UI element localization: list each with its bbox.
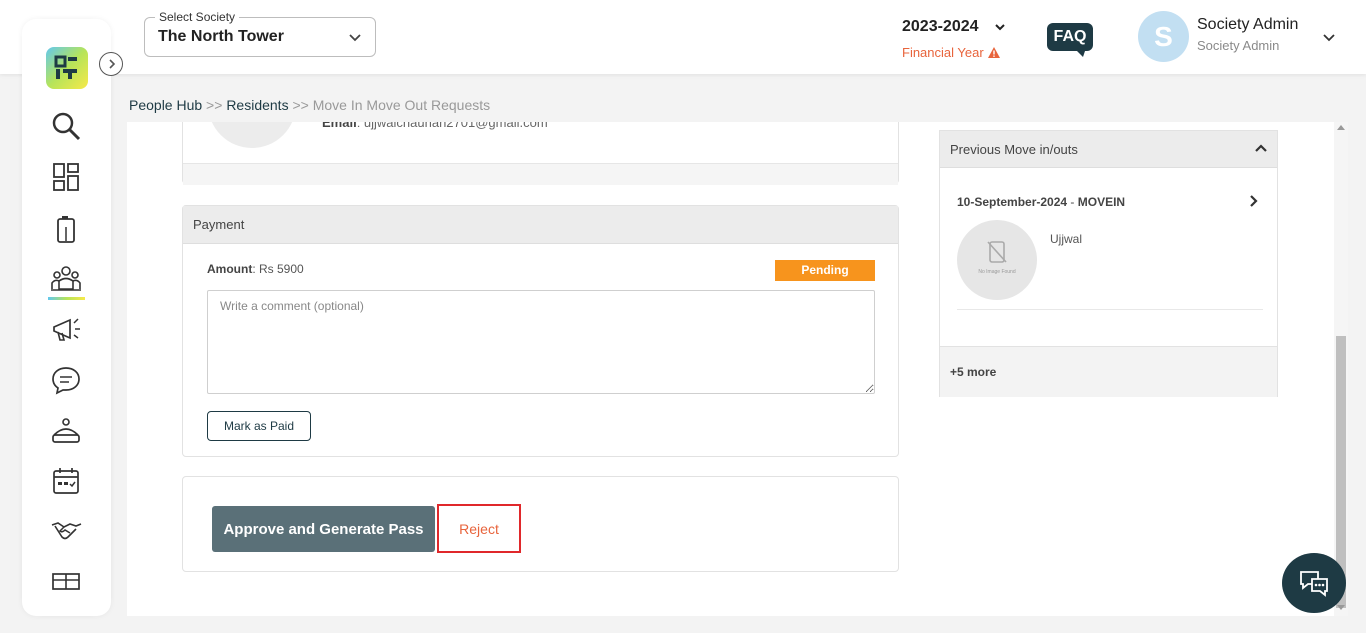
- sidebar-item-dashboard[interactable]: [50, 161, 82, 193]
- avatar[interactable]: S: [1138, 11, 1189, 62]
- payment-amount: Amount: Rs 5900: [207, 262, 304, 276]
- no-image-icon: [987, 241, 1007, 263]
- handshake-icon: [51, 522, 82, 540]
- sidebar-item-helpdesk[interactable]: [50, 415, 82, 447]
- reject-button[interactable]: Reject: [437, 504, 521, 553]
- package-icon: [52, 573, 80, 590]
- move-entry-name: Ujjwal: [1050, 232, 1083, 246]
- sidebar-item-building[interactable]: [50, 213, 82, 245]
- move-entry-title: 10-September-2024 - MOVEIN: [957, 195, 1126, 209]
- card-footer: [183, 164, 898, 185]
- financial-year-label: Financial Year: [902, 45, 1012, 60]
- society-select[interactable]: Select Society The North Tower: [144, 10, 376, 57]
- sidebar: [22, 19, 123, 616]
- chevron-down-icon: [995, 24, 1005, 31]
- calendar-icon: [53, 468, 79, 494]
- scroll-up-icon[interactable]: [1337, 124, 1345, 130]
- building-icon: [57, 216, 75, 243]
- sidebar-item-partners[interactable]: [50, 515, 82, 547]
- chevron-right-icon: [109, 59, 116, 69]
- more-entries-link[interactable]: +5 more: [940, 346, 1277, 397]
- breadcrumb-people-hub[interactable]: People Hub: [129, 97, 202, 113]
- resident-photo: [208, 122, 296, 148]
- warning-icon: [987, 47, 1000, 58]
- previous-move-header[interactable]: Previous Move in/outs: [940, 131, 1277, 168]
- user-role: Society Admin: [1197, 38, 1280, 53]
- faq-button[interactable]: FAQ: [1047, 23, 1093, 57]
- sidebar-expand-button[interactable]: [99, 52, 123, 76]
- status-badge: Pending: [775, 260, 875, 281]
- sidebar-item-residents[interactable]: [50, 263, 82, 295]
- announcement-icon: [53, 318, 80, 341]
- no-image-caption: No Image Found: [978, 269, 1016, 275]
- helpdesk-icon: [52, 418, 80, 443]
- chat-icon: [52, 367, 80, 395]
- scrollbar[interactable]: [1334, 122, 1348, 616]
- mark-as-paid-button[interactable]: Mark as Paid: [207, 411, 311, 441]
- user-name: Society Admin: [1197, 16, 1299, 33]
- payment-card: Payment Amount: Rs 5900 Pending Mark as …: [182, 205, 899, 457]
- breadcrumb: People Hub >> Residents >> Move In Move …: [129, 97, 491, 113]
- divider: [957, 309, 1263, 310]
- breadcrumb-current: Move In Move Out Requests: [312, 97, 491, 113]
- scroll-down-icon[interactable]: [1337, 605, 1345, 611]
- top-bar: Select Society The North Tower 2023-2024…: [0, 0, 1366, 74]
- residents-icon: [51, 266, 81, 291]
- chat-bubbles-icon: [1300, 571, 1328, 597]
- previous-move-title: Previous Move in/outs: [950, 142, 1078, 157]
- financial-year-selector[interactable]: 2023-2024 Financial Year: [902, 18, 1012, 60]
- breadcrumb-residents[interactable]: Residents: [226, 97, 288, 113]
- resident-email: Email: ujjwalchauhan2701@gmail.com: [322, 122, 548, 130]
- actions-card: Approve and Generate Pass Reject: [182, 476, 899, 572]
- user-menu-chevron-icon[interactable]: [1322, 30, 1336, 44]
- comment-input[interactable]: [207, 290, 875, 394]
- chat-support-button[interactable]: [1282, 553, 1346, 613]
- resident-info-card: Email: ujjwalchauhan2701@gmail.com: [182, 122, 899, 185]
- active-indicator: [48, 297, 85, 300]
- sidebar-item-calendar[interactable]: [50, 465, 82, 497]
- sidebar-item-chat[interactable]: [50, 364, 82, 396]
- sidebar-item-announcements[interactable]: [50, 313, 82, 345]
- logo-icon: [54, 55, 77, 79]
- dashboard-icon: [53, 163, 79, 191]
- no-image-placeholder: No Image Found: [957, 220, 1037, 300]
- payment-header: Payment: [183, 206, 898, 244]
- search-icon: [52, 112, 81, 141]
- chevron-right-icon[interactable]: [1249, 195, 1259, 207]
- main-panel: Email: ujjwalchauhan2701@gmail.com Payme…: [127, 122, 1334, 616]
- chevron-down-icon: [349, 34, 361, 42]
- sidebar-item-search[interactable]: [50, 110, 82, 142]
- chevron-up-icon: [1255, 144, 1267, 152]
- previous-move-card: Previous Move in/outs 10-September-2024 …: [939, 130, 1278, 397]
- society-select-value: The North Tower: [158, 28, 284, 45]
- sidebar-item-packages[interactable]: [50, 565, 82, 597]
- approve-generate-pass-button[interactable]: Approve and Generate Pass: [212, 506, 435, 552]
- society-select-label: Select Society: [155, 10, 240, 24]
- app-logo[interactable]: [46, 47, 88, 89]
